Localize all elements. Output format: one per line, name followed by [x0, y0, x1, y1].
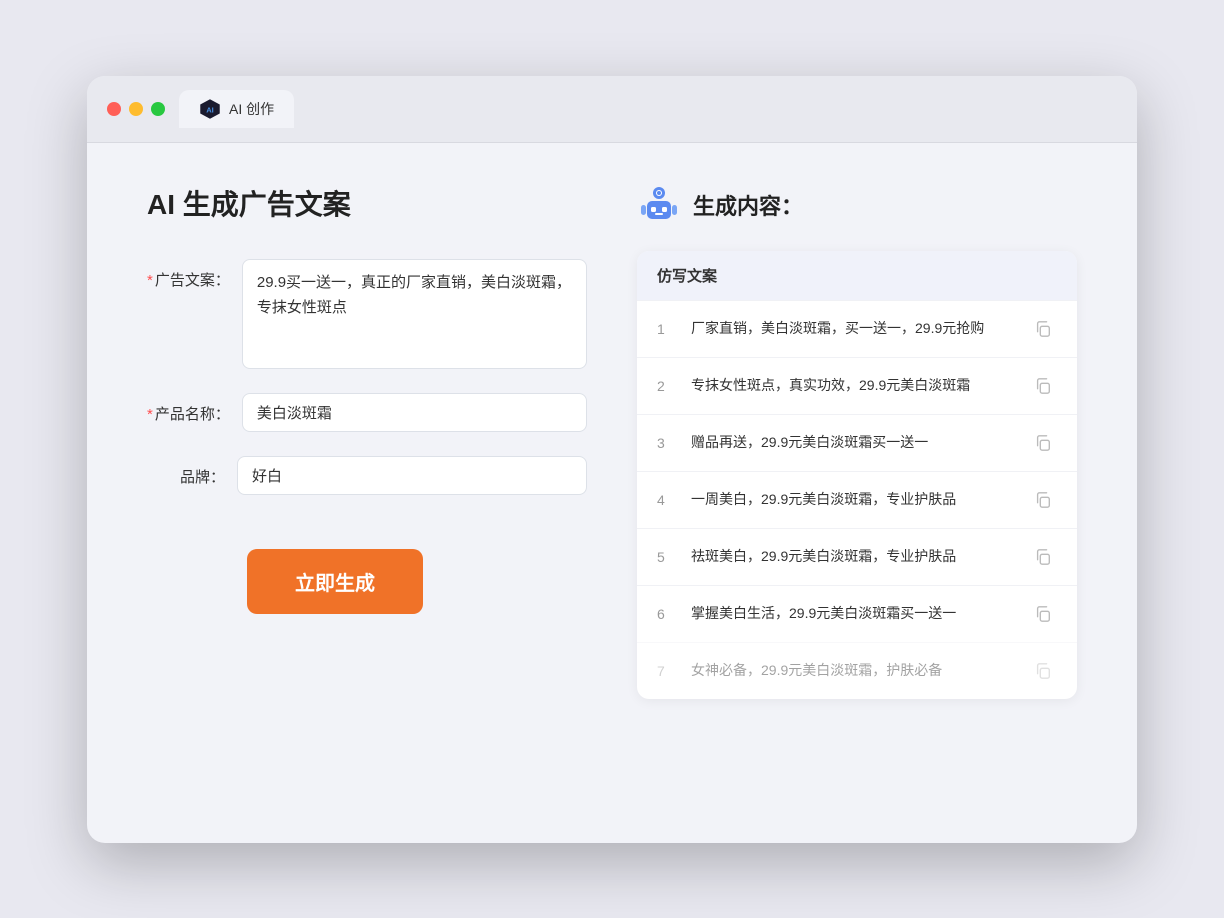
- row-num: 1: [657, 321, 677, 337]
- close-button[interactable]: [107, 102, 121, 116]
- product-name-group: *产品名称：: [147, 393, 587, 432]
- row-num: 6: [657, 606, 677, 622]
- table-header: 仿写文案: [637, 251, 1077, 300]
- table-row: 1 厂家直销，美白淡斑霜，买一送一，29.9元抢购: [637, 300, 1077, 357]
- copy-button-7[interactable]: [1029, 657, 1057, 685]
- page-title: AI 生成广告文案: [147, 183, 587, 223]
- row-num: 5: [657, 549, 677, 565]
- minimize-button[interactable]: [129, 102, 143, 116]
- browser-window: AI AI 创作 AI 生成广告文案 *广告文案： 29.9买一送一，真正的厂家…: [87, 76, 1137, 843]
- row-num: 3: [657, 435, 677, 451]
- table-row: 2 专抹女性斑点，真实功效，29.9元美白淡斑霜: [637, 357, 1077, 414]
- ad-copy-label: *广告文案：: [147, 259, 242, 290]
- ad-copy-field[interactable]: 29.9买一送一，真正的厂家直销，美白淡斑霜，专抹女性斑点: [242, 259, 587, 369]
- row-text: 专抹女性斑点，真实功效，29.9元美白淡斑霜: [691, 375, 1015, 396]
- copy-button-3[interactable]: [1029, 429, 1057, 457]
- required-star-1: *: [147, 272, 153, 289]
- maximize-button[interactable]: [151, 102, 165, 116]
- row-text: 厂家直销，美白淡斑霜，买一送一，29.9元抢购: [691, 318, 1015, 339]
- table-row: 6 掌握美白生活，29.9元美白淡斑霜买一送一: [637, 585, 1077, 642]
- brand-field[interactable]: [237, 456, 587, 495]
- copy-button-2[interactable]: [1029, 372, 1057, 400]
- result-table: 仿写文案 1 厂家直销，美白淡斑霜，买一送一，29.9元抢购 2 专抹女性斑点，…: [637, 251, 1077, 699]
- row-num: 4: [657, 492, 677, 508]
- copy-button-5[interactable]: [1029, 543, 1057, 571]
- copy-button-1[interactable]: [1029, 315, 1057, 343]
- row-text: 一周美白，29.9元美白淡斑霜，专业护肤品: [691, 489, 1015, 510]
- right-panel: 生成内容： 仿写文案 1 厂家直销，美白淡斑霜，买一送一，29.9元抢购 2 专…: [637, 183, 1077, 803]
- table-row: 3 赠品再送，29.9元美白淡斑霜买一送一: [637, 414, 1077, 471]
- result-title: 生成内容：: [693, 189, 803, 221]
- ai-tab-icon: AI: [199, 98, 221, 120]
- left-panel: AI 生成广告文案 *广告文案： 29.9买一送一，真正的厂家直销，美白淡斑霜，…: [147, 183, 587, 803]
- table-row-faded: 7 女神必备，29.9元美白淡斑霜，护肤必备: [637, 642, 1077, 699]
- result-header: 生成内容：: [637, 183, 1077, 227]
- ad-copy-group: *广告文案： 29.9买一送一，真正的厂家直销，美白淡斑霜，专抹女性斑点: [147, 259, 587, 369]
- row-text: 祛斑美白，29.9元美白淡斑霜，专业护肤品: [691, 546, 1015, 567]
- table-row: 5 祛斑美白，29.9元美白淡斑霜，专业护肤品: [637, 528, 1077, 585]
- copy-button-6[interactable]: [1029, 600, 1057, 628]
- main-content: AI 生成广告文案 *广告文案： 29.9买一送一，真正的厂家直销，美白淡斑霜，…: [87, 143, 1137, 843]
- table-row: 4 一周美白，29.9元美白淡斑霜，专业护肤品: [637, 471, 1077, 528]
- row-text: 赠品再送，29.9元美白淡斑霜买一送一: [691, 432, 1015, 453]
- tab-label: AI 创作: [229, 99, 274, 119]
- generate-button[interactable]: 立即生成: [247, 549, 423, 614]
- svg-text:AI: AI: [206, 105, 214, 114]
- brand-label: 品牌：: [147, 456, 237, 487]
- brand-group: 品牌：: [147, 456, 587, 495]
- product-name-label: *产品名称：: [147, 393, 242, 424]
- product-name-field[interactable]: [242, 393, 587, 432]
- required-star-2: *: [147, 406, 153, 423]
- traffic-lights: [107, 102, 165, 116]
- ai-tab[interactable]: AI AI 创作: [179, 90, 294, 128]
- copy-button-4[interactable]: [1029, 486, 1057, 514]
- row-text: 掌握美白生活，29.9元美白淡斑霜买一送一: [691, 603, 1015, 624]
- title-bar: AI AI 创作: [87, 76, 1137, 143]
- row-text: 女神必备，29.9元美白淡斑霜，护肤必备: [691, 660, 1015, 681]
- row-num: 7: [657, 663, 677, 679]
- row-num: 2: [657, 378, 677, 394]
- robot-icon: [637, 183, 681, 227]
